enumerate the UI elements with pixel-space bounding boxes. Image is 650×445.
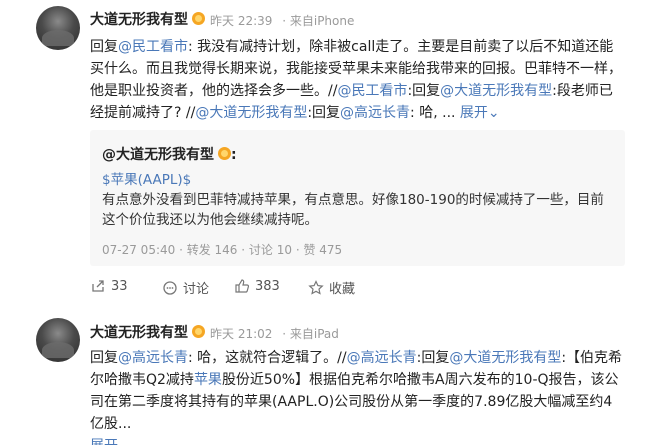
quoted-body: $苹果(AAPL)$ 有点意外没看到巴菲特减持苹果，有点意思。好像180-190… [102,170,617,230]
post-body: 回复@高远长青: 哈，这就符合逻辑了。//@高远长青:回复@大道无形我有型:【伯… [90,347,625,445]
star-icon [308,279,324,296]
author-name-text[interactable]: 大道无形我有型 [90,325,188,341]
quoted-author[interactable]: @大道无形我有型: [102,144,237,164]
comment-icon [162,280,178,296]
body-text: : 哈, ... [410,105,456,121]
share-icon [90,278,106,294]
favorite-label: 收藏 [329,282,356,297]
chevron-down-icon: ⌄ [487,105,500,121]
post-body: 回复@民工看市: 我没有减持计划，除非被call走了。主要是目前卖了以后不知道还… [90,36,625,124]
post-meta: 昨天 22:39 · 来自iPhone [210,12,360,29]
post-source: · 来自iPad [282,327,339,341]
post-meta: 昨天 21:02 · 来自iPad [210,325,345,342]
comment-button[interactable]: 讨论 [162,278,209,297]
quoted-colon: : [231,147,237,163]
comment-label: 讨论 [183,282,210,297]
mention-link[interactable]: @高远长青 [118,350,188,366]
mention-link[interactable]: @大道无形我有型 [195,105,307,121]
expand-link[interactable]: 展开⌄ [460,105,500,121]
quoted-date[interactable]: 07-27 05:40 [102,243,175,257]
verified-badge-icon [218,147,231,160]
body-text: :回复 [407,83,441,99]
avatar[interactable] [36,6,80,50]
mention-link[interactable]: @大道无形我有型 [449,350,561,366]
repost-button[interactable]: 33 [90,278,128,294]
body-text: :回复 [307,105,341,121]
mention-link[interactable]: @民工看市 [118,39,188,55]
thumbs-up-icon [234,278,250,294]
reply-label: 回复 [90,350,118,366]
quoted-comment-count[interactable]: · 讨论 10 [241,243,292,257]
quoted-stats: 07-27 05:40 · 转发 146 · 讨论 10 · 赞 475 [102,241,342,258]
post-time[interactable]: 昨天 21:02 [210,327,272,341]
verified-badge-icon [192,12,205,25]
mention-link[interactable]: @民工看市 [337,83,407,99]
mention-link[interactable]: @高远长青 [340,105,410,121]
mention-link[interactable]: @大道无形我有型 [440,83,552,99]
author-name[interactable]: 大道无形我有型 [90,9,205,29]
expand-link[interactable]: 展开⌄ [90,438,130,445]
like-count: 383 [255,278,280,294]
quoted-like-count[interactable]: · 赞 475 [296,243,342,257]
stock-link[interactable]: 苹果 [194,372,222,388]
quoted-repost-count[interactable]: · 转发 146 [179,243,237,257]
author-name[interactable]: 大道无形我有型 [90,322,205,342]
chevron-down-icon: ⌄ [118,438,130,445]
author-name-text[interactable]: 大道无形我有型 [90,12,188,28]
avatar[interactable] [36,318,80,362]
like-button[interactable]: 383 [234,278,280,294]
quoted-author-name[interactable]: @大道无形我有型 [102,147,214,163]
post-source: · 来自iPhone [282,14,355,28]
quoted-text: 有点意外没看到巴菲特减持苹果，有点意思。好像180-190的时候减持了一些，目前… [102,192,604,228]
body-text: : 哈，这就符合逻辑了。// [188,350,347,366]
reply-label: 回复 [90,39,118,55]
quoted-post[interactable]: @大道无形我有型: $苹果(AAPL)$ 有点意外没看到巴菲特减持苹果，有点意思… [90,130,625,266]
body-text: :回复 [416,350,450,366]
repost-count: 33 [111,278,128,294]
stock-tag-link[interactable]: $苹果(AAPL)$ [102,170,617,190]
post-time[interactable]: 昨天 22:39 [210,14,272,28]
favorite-button[interactable]: 收藏 [308,278,355,297]
verified-badge-icon [192,325,205,338]
mention-link[interactable]: @高远长青 [347,350,417,366]
